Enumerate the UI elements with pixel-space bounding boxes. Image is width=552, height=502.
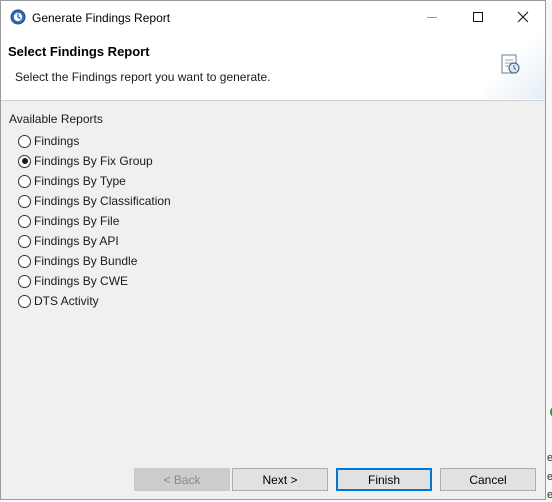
next-button[interactable]: Next > <box>232 468 328 491</box>
back-button[interactable]: < Back <box>134 468 230 491</box>
close-icon <box>517 11 529 23</box>
radio-label: Findings By Classification <box>34 194 171 208</box>
radio-button[interactable] <box>18 234 31 248</box>
report-radio-group: Findings Findings By Fix Group Findings … <box>18 131 171 311</box>
radio-button[interactable] <box>18 254 31 268</box>
radio-findings-by-bundle[interactable]: Findings By Bundle <box>18 251 171 271</box>
header-banner <box>485 33 545 99</box>
radio-findings-by-file[interactable]: Findings By File <box>18 211 171 231</box>
radio-findings-by-cwe[interactable]: Findings By CWE <box>18 271 171 291</box>
minimize-icon <box>427 17 437 18</box>
page-title: Select Findings Report <box>8 44 150 59</box>
partial-green-icon <box>550 407 552 417</box>
app-globe-icon <box>10 9 26 25</box>
dialog-window: Generate Findings Report Select Findings… <box>0 0 546 500</box>
radio-findings-by-fix-group[interactable]: Findings By Fix Group <box>18 151 171 171</box>
background-window-edge <box>546 0 552 502</box>
cancel-button[interactable]: Cancel <box>440 468 536 491</box>
radio-label: Findings By Bundle <box>34 254 138 268</box>
radio-label: Findings By Fix Group <box>34 154 153 168</box>
radio-button[interactable] <box>18 174 31 188</box>
radio-button[interactable] <box>18 194 31 208</box>
radio-label: DTS Activity <box>34 294 99 308</box>
maximize-icon <box>473 12 483 22</box>
title-bar[interactable]: Generate Findings Report <box>1 1 545 33</box>
radio-findings-by-classification[interactable]: Findings By Classification <box>18 191 171 211</box>
radio-label: Findings By Type <box>34 174 126 188</box>
available-reports-label: Available Reports <box>9 112 103 126</box>
close-button[interactable] <box>500 1 546 33</box>
report-document-icon <box>501 54 520 74</box>
radio-findings-by-type[interactable]: Findings By Type <box>18 171 171 191</box>
partial-text: e <box>547 489 552 501</box>
radio-button[interactable] <box>18 214 31 228</box>
maximize-button[interactable] <box>455 1 501 33</box>
radio-findings-by-api[interactable]: Findings By API <box>18 231 171 251</box>
radio-label: Findings <box>34 134 80 148</box>
minimize-button[interactable] <box>409 1 455 33</box>
report-selection-area: Available Reports Findings Findings By F… <box>1 101 545 441</box>
wizard-header: Select Findings Report Select the Findin… <box>1 33 545 101</box>
window-title: Generate Findings Report <box>32 11 171 25</box>
finish-button[interactable]: Finish <box>336 468 432 491</box>
radio-button[interactable] <box>18 294 31 308</box>
partial-text: e <box>547 452 552 464</box>
partial-text: e <box>547 471 552 483</box>
radio-label: Findings By File <box>34 214 120 228</box>
page-description: Select the Findings report you want to g… <box>15 70 271 84</box>
radio-button[interactable] <box>18 274 31 288</box>
radio-findings[interactable]: Findings <box>18 131 171 151</box>
radio-label: Findings By CWE <box>34 274 129 288</box>
radio-label: Findings By API <box>34 234 119 248</box>
radio-dts-activity[interactable]: DTS Activity <box>18 291 171 311</box>
radio-button[interactable] <box>18 134 31 148</box>
wizard-button-bar: < Back Next > Finish Cancel <box>1 441 545 499</box>
radio-button-selected[interactable] <box>18 154 31 168</box>
